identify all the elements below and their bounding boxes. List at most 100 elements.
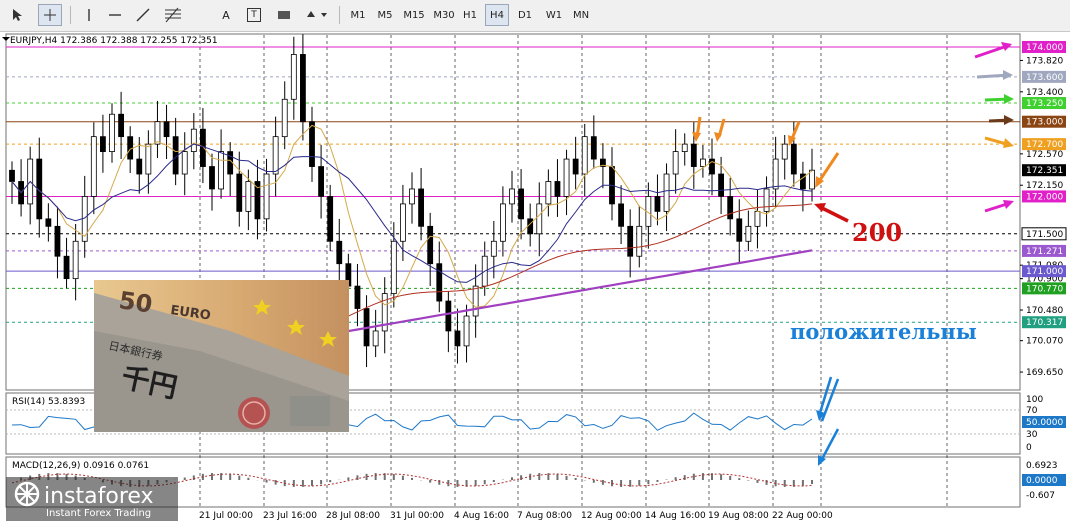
timeframe-m30[interactable]: M30 xyxy=(430,4,458,26)
price-axis-label: 170.480 xyxy=(1026,306,1063,316)
candle-body xyxy=(190,128,197,153)
rsi-label: RSI(14) 53.8393 xyxy=(12,397,85,407)
candle-body xyxy=(727,196,734,220)
candle-body xyxy=(300,54,306,123)
rsi-axis-label: 70 xyxy=(1026,406,1038,416)
euro-value: 50 xyxy=(117,286,154,318)
candle-body xyxy=(763,188,770,212)
candle-body xyxy=(72,240,79,280)
rsi-axis: 10070 50.0000 30 0 xyxy=(1022,395,1066,453)
time-axis-label: 7 Aug 08:00 xyxy=(517,511,572,521)
crosshair-icon[interactable] xyxy=(38,4,62,26)
text-label-glyph: T xyxy=(247,8,261,22)
price-tag-text: 173.000 xyxy=(1026,118,1063,128)
price-axis-label: 172.150 xyxy=(1026,181,1063,191)
instaforex-brand: instaforex xyxy=(44,484,154,509)
candle-body xyxy=(209,166,215,190)
time-axis-label: 14 Aug 16:00 xyxy=(645,511,706,521)
candle-body xyxy=(500,203,506,242)
candle-body xyxy=(627,225,634,257)
candle-body xyxy=(454,330,461,347)
candle-body xyxy=(290,54,297,100)
price-axis-label: 169.650 xyxy=(1026,368,1063,378)
timeframe-m5[interactable]: M5 xyxy=(373,4,397,26)
candle-body xyxy=(672,151,679,175)
candle-body xyxy=(336,240,343,265)
positive-label: положительны xyxy=(790,319,977,344)
candle-body xyxy=(354,285,361,309)
instaforex-logo-mark xyxy=(16,483,38,505)
toolbar: A T M1 M5 M15 M30 H1 H4 D1 W1 MN xyxy=(0,0,1070,32)
candle-body xyxy=(681,143,688,153)
text-label-icon[interactable]: T xyxy=(243,4,265,26)
candle-body xyxy=(509,188,515,205)
candle-body xyxy=(736,218,743,242)
banknote-image: 50 EURO 日本銀行券 千円 xyxy=(94,280,349,432)
macd-axis-label: 0.0000 xyxy=(1026,476,1058,486)
price-tag-text: 171.500 xyxy=(1026,230,1063,240)
macd-label: MACD(12,26,9) 0.0916 0.0761 xyxy=(12,461,149,471)
timeframe-w1[interactable]: W1 xyxy=(543,4,565,26)
candle-body xyxy=(400,203,406,242)
vertical-line-icon[interactable] xyxy=(78,4,100,26)
candle-body xyxy=(518,188,524,220)
candle-body xyxy=(100,136,106,153)
shapes-icon[interactable] xyxy=(302,4,332,26)
candle-body xyxy=(118,113,124,138)
timeframe-h4[interactable]: H4 xyxy=(485,4,509,26)
timeframe-d1[interactable]: D1 xyxy=(514,4,536,26)
macd-axis-label: 0.6923 xyxy=(1026,461,1058,471)
candle-body xyxy=(790,143,797,175)
cursor-icon[interactable] xyxy=(6,4,28,26)
candle-body xyxy=(109,113,115,153)
candle-body xyxy=(200,128,206,167)
candle-body xyxy=(54,225,61,257)
candle-body xyxy=(136,158,143,175)
candle-body xyxy=(718,173,724,197)
symbol-header: EURJPY,H4 172.386 172.388 172.255 172.35… xyxy=(10,36,218,46)
candle-body xyxy=(781,143,788,160)
instaforex-logo: instaforex Instant Forex Trading xyxy=(6,477,178,521)
candle-body xyxy=(772,158,779,190)
time-axis-label: 12 Aug 00:00 xyxy=(581,511,642,521)
timeframe-m15[interactable]: M15 xyxy=(400,4,428,26)
candle-body xyxy=(163,121,170,138)
rectangle-icon[interactable] xyxy=(273,4,295,26)
candle-body xyxy=(563,158,570,197)
candle-body xyxy=(327,196,334,242)
time-axis-label: 21 Jul 00:00 xyxy=(199,511,253,521)
candle-body xyxy=(590,136,597,160)
candle-body xyxy=(572,158,579,175)
trendline-icon[interactable] xyxy=(132,4,154,26)
candle-body xyxy=(272,136,279,175)
time-axis-label: 23 Jul 16:00 xyxy=(263,511,317,521)
price-axis-label: 170.070 xyxy=(1026,337,1063,347)
candle-body xyxy=(63,255,70,280)
candle-body xyxy=(436,263,443,302)
time-axis-label: 19 Aug 08:00 xyxy=(708,511,769,521)
fibonacci-icon[interactable] xyxy=(160,4,186,26)
price-axis-label: 172.570 xyxy=(1026,150,1063,160)
macd-axis-label: -0.607 xyxy=(1026,491,1055,501)
candle-body xyxy=(181,151,188,175)
candle-body xyxy=(536,203,543,235)
price-tag-text: 173.250 xyxy=(1026,99,1063,109)
time-axis-label: 22 Aug 00:00 xyxy=(772,511,833,521)
timeframe-mn[interactable]: MN xyxy=(570,4,592,26)
candle-body xyxy=(581,136,588,175)
candle-body xyxy=(318,166,324,197)
candle-body xyxy=(218,151,224,190)
candle-body xyxy=(427,225,434,265)
candle-body xyxy=(45,218,52,227)
text-icon[interactable]: A xyxy=(215,4,237,26)
timeframe-h1[interactable]: H1 xyxy=(459,4,481,26)
price-chart[interactable]: EURJPY,H4 172.386 172.388 172.255 172.35… xyxy=(0,31,1070,521)
candle-body xyxy=(618,203,624,227)
horizontal-line-icon[interactable] xyxy=(104,4,126,26)
price-tag-text: 172.000 xyxy=(1026,192,1063,202)
candle-body xyxy=(527,218,534,235)
timeframe-m1[interactable]: M1 xyxy=(346,4,370,26)
candle-body xyxy=(236,173,243,212)
rsi-axis-label: 100 xyxy=(1026,395,1043,405)
candle-body xyxy=(490,240,497,257)
